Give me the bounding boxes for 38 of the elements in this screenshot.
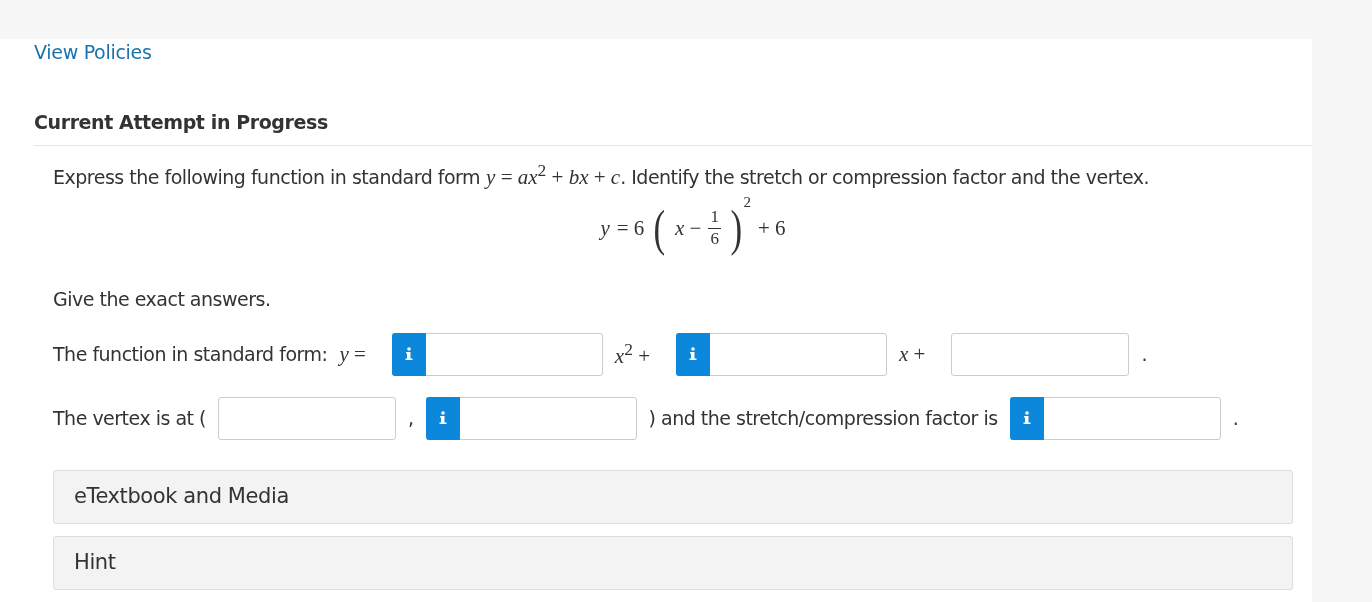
equation-variable: y xyxy=(600,215,610,241)
collapsible-panel[interactable]: Hint xyxy=(53,536,1293,590)
answer-label: , xyxy=(408,407,414,429)
formula: y = xyxy=(339,341,366,367)
answer-field[interactable] xyxy=(391,332,603,376)
answer-label: The function in standard form: xyxy=(53,343,328,365)
answer-field[interactable] xyxy=(425,396,637,440)
answer-label: The vertex is at ( xyxy=(53,407,206,429)
equation-term: x − xyxy=(674,215,702,241)
equation-constant: + 6 xyxy=(758,215,786,241)
formula: x$^{2}$ + xyxy=(614,339,650,369)
formula: x + xyxy=(899,341,926,367)
answer-label: . xyxy=(1141,343,1147,365)
prompt-text: . Identify the stretch or compression factor and the vertex. xyxy=(620,166,1150,188)
equation-coefficient: = 6 xyxy=(616,215,645,241)
exponent: 2 xyxy=(743,194,752,211)
attempt-heading: Current Attempt in Progress xyxy=(34,111,329,135)
answer-field[interactable] xyxy=(218,396,396,440)
info-button[interactable] xyxy=(676,332,710,376)
info-button[interactable] xyxy=(425,396,460,440)
answer-field[interactable] xyxy=(951,332,1130,376)
info-button[interactable] xyxy=(1009,396,1044,440)
info-button[interactable] xyxy=(391,332,426,376)
info-icon xyxy=(689,347,697,361)
info-icon xyxy=(438,411,447,425)
info-icon xyxy=(1022,411,1031,425)
answer-field[interactable] xyxy=(1009,396,1221,440)
collapsible-panel[interactable]: eTextbook and Media xyxy=(53,470,1293,524)
instruction-text: Give the exact answers. xyxy=(53,288,272,310)
fraction-denominator: 6 xyxy=(710,228,719,249)
answer-label: ) and the stretch/compression factor is xyxy=(648,407,998,429)
answer-field[interactable] xyxy=(676,332,887,376)
fraction-numerator: 1 xyxy=(708,207,721,229)
answer-label: . xyxy=(1232,407,1239,429)
info-icon xyxy=(404,347,413,361)
prompt-text: Express the following function in standard form xyxy=(53,166,481,188)
view-policies-link[interactable]: View Policies xyxy=(34,39,152,63)
formula: y = ax$^{2}$ + bx + c xyxy=(486,165,621,189)
